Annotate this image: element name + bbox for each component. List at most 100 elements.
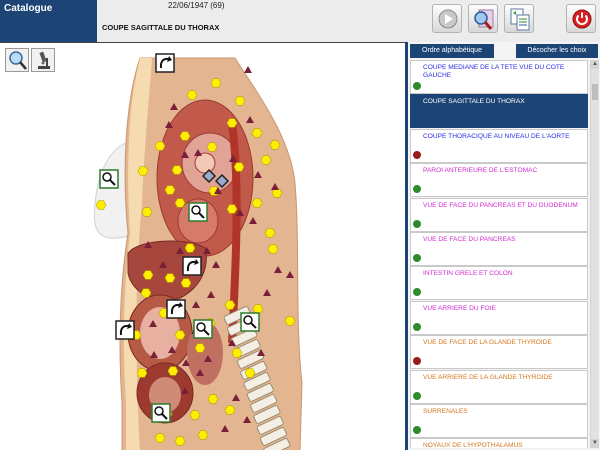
zoom-hotspot-icon[interactable] — [151, 403, 171, 423]
list-item[interactable]: VUE DE FACE DE LA GLANDE THYROIDE — [410, 335, 588, 370]
zoom-hotspot-icon[interactable] — [193, 319, 213, 339]
power-icon — [572, 9, 592, 29]
list-item[interactable]: VUE ARRIERE DU FOIE — [410, 300, 588, 335]
view-title: COUPE SAGITTALE DU THORAX — [102, 23, 220, 32]
hotspot-hex-marker[interactable] — [137, 166, 149, 176]
hotspot-hex-marker[interactable] — [233, 162, 245, 172]
list-item-label: COUPE SAGITTALE DU THORAX — [423, 98, 525, 106]
list-item[interactable]: SURRENALES — [410, 404, 588, 438]
hotspot-hex-marker[interactable] — [226, 204, 238, 214]
search-button[interactable] — [468, 4, 498, 33]
scroll-down-arrow-icon[interactable]: ▼ — [591, 439, 599, 448]
hotspot-hex-marker[interactable] — [186, 90, 198, 100]
quit-button[interactable] — [566, 4, 596, 33]
icon-frame — [182, 256, 202, 276]
list-item[interactable]: PAROI ANTERIEURE DE L'ESTOMAC — [410, 163, 588, 198]
hotspot-hex-marker[interactable] — [171, 165, 183, 175]
structure-list: COUPE MEDIANE DE LA TETE VUE DU COTE GAU… — [410, 60, 588, 448]
status-dot-icon[interactable] — [413, 185, 421, 194]
list-item[interactable]: VUE DE FACE DU PANCREAS — [410, 232, 588, 266]
hotspot-hex-marker[interactable] — [167, 366, 179, 376]
hotspot-hex-marker[interactable] — [224, 405, 236, 415]
hotspot-hex-marker[interactable] — [264, 228, 276, 238]
hotspot-hex-marker[interactable] — [154, 141, 166, 151]
hotspot-hex-marker[interactable] — [251, 198, 263, 208]
hotspot-hex-marker[interactable] — [231, 348, 243, 358]
hotspot-hex-marker[interactable] — [252, 304, 264, 314]
status-dot-icon[interactable] — [413, 357, 421, 366]
list-item-label: COUPE THORACIQUE AU NIVEAU DE L'AORTE — [423, 132, 570, 140]
hotspot-hex-marker[interactable] — [224, 300, 236, 310]
zoom-hotspot-icon[interactable] — [240, 312, 260, 332]
status-dot-icon[interactable] — [413, 82, 421, 90]
status-dot-icon[interactable] — [413, 391, 421, 400]
sagittal-section-image[interactable] — [0, 43, 405, 450]
hotspot-hex-marker[interactable] — [174, 198, 186, 208]
status-dot-icon[interactable] — [413, 219, 421, 228]
zoom-hotspot-icon[interactable] — [99, 169, 119, 189]
list-item-label: INTESTIN GRELE ET COLON — [423, 270, 513, 278]
hotspot-hex-marker[interactable] — [180, 278, 192, 288]
list-item-label: VUE ARRIERE DU FOIE — [423, 304, 496, 312]
catalogue-label: Catalogue — [4, 3, 53, 14]
curved-arrow-icon[interactable] — [166, 299, 186, 319]
hotspot-hex-marker[interactable] — [284, 316, 296, 326]
status-dot-icon[interactable] — [413, 254, 421, 262]
status-dot-icon[interactable] — [413, 426, 421, 434]
copy-button[interactable] — [504, 4, 534, 33]
list-item[interactable]: VUE ARRIERE DE LA GLANDE THYROIDE — [410, 369, 588, 404]
hotspot-hex-marker[interactable] — [179, 131, 191, 141]
list-item[interactable]: INTESTIN GRELE ET COLON — [410, 266, 588, 301]
sort-alphabetical-button[interactable]: Ordre alphabétique — [410, 44, 494, 58]
curved-arrow-icon[interactable] — [115, 320, 135, 340]
record-date: 22/06/1947 (69) — [168, 1, 225, 10]
curved-arrow-icon[interactable] — [155, 53, 175, 73]
hotspot-hex-marker[interactable] — [226, 118, 238, 128]
hotspot-hex-marker[interactable] — [154, 433, 166, 443]
catalogue-tab[interactable]: Catalogue — [0, 0, 97, 42]
anatomy-view — [0, 42, 405, 450]
hotspot-hex-marker[interactable] — [206, 142, 218, 152]
scroll-thumb[interactable] — [592, 84, 598, 100]
hotspot-hex-marker[interactable] — [184, 243, 196, 253]
hotspot-hex-marker[interactable] — [189, 410, 201, 420]
hotspot-hex-marker[interactable] — [244, 368, 256, 378]
hotspot-hex-marker[interactable] — [136, 368, 148, 378]
icon-frame — [155, 53, 175, 73]
list-item[interactable]: VUE DE FACE DU PANCREAS ET DU DUODENUM — [410, 197, 588, 232]
list-item[interactable]: COUPE SAGITTALE DU THORAX — [410, 94, 588, 129]
hotspot-hex-marker[interactable] — [267, 244, 279, 254]
scroll-up-arrow-icon[interactable]: ▲ — [591, 60, 599, 69]
uncheck-choices-button[interactable]: Décocher les choix — [516, 44, 598, 58]
list-item-label: PAROI ANTERIEURE DE L'ESTOMAC — [423, 167, 538, 175]
hotspot-hex-marker[interactable] — [260, 155, 272, 165]
hotspot-hex-marker[interactable] — [142, 270, 154, 280]
hotspot-hex-marker[interactable] — [210, 78, 222, 88]
hotspot-hex-marker[interactable] — [207, 394, 219, 404]
icon-frame — [166, 299, 186, 319]
curved-arrow-icon[interactable] — [182, 256, 202, 276]
hotspot-hex-marker[interactable] — [234, 96, 246, 106]
hotspot-hex-marker[interactable] — [174, 436, 186, 446]
hotspot-hex-marker[interactable] — [251, 128, 263, 138]
hotspot-hex-marker[interactable] — [269, 140, 281, 150]
status-dot-icon[interactable] — [413, 322, 421, 331]
hotspot-triangle-marker[interactable] — [244, 66, 252, 73]
hotspot-hex-marker[interactable] — [164, 185, 176, 195]
hotspot-hex-marker[interactable] — [140, 288, 152, 298]
list-item[interactable]: NOYAUX DE L'HYPOTHALAMUS — [410, 438, 588, 448]
hotspot-hex-marker[interactable] — [164, 273, 176, 283]
hotspot-hex-marker[interactable] — [95, 200, 107, 210]
list-scrollbar[interactable]: ▲ ▼ — [590, 60, 599, 448]
hotspot-hex-marker[interactable] — [141, 207, 153, 217]
status-dot-icon[interactable] — [413, 150, 421, 159]
list-item[interactable]: COUPE MEDIANE DE LA TETE VUE DU COTE GAU… — [410, 60, 588, 94]
play-button[interactable] — [432, 4, 462, 33]
list-item-label: VUE DE FACE DE LA GLANDE THYROIDE — [423, 339, 552, 347]
hotspot-hex-marker[interactable] — [197, 430, 209, 440]
list-item[interactable]: COUPE THORACIQUE AU NIVEAU DE L'AORTE — [410, 128, 588, 163]
hotspot-hex-marker[interactable] — [174, 330, 186, 340]
hotspot-hex-marker[interactable] — [194, 343, 206, 353]
status-dot-icon[interactable] — [413, 288, 421, 297]
zoom-hotspot-icon[interactable] — [188, 202, 208, 222]
